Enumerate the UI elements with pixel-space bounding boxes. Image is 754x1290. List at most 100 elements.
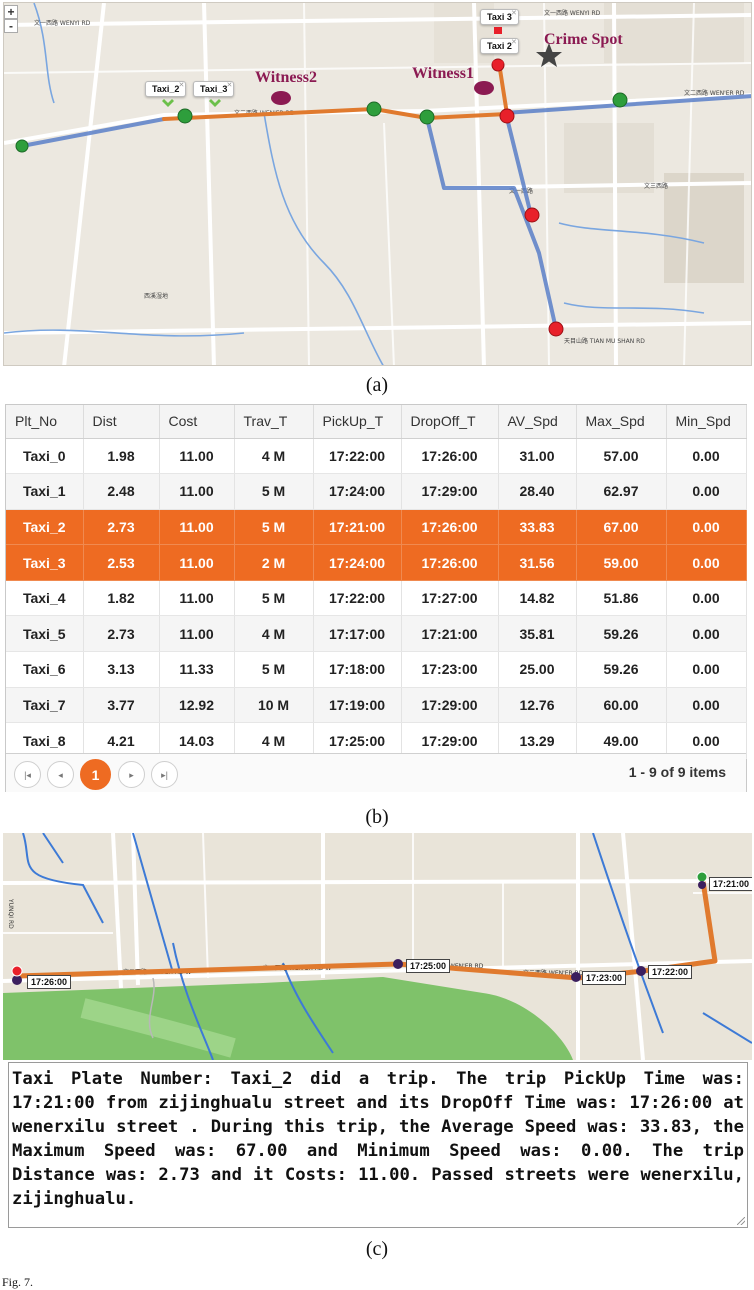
table-cell-dist: 1.98 xyxy=(83,438,160,475)
column-header[interactable]: Cost xyxy=(159,405,235,439)
table-cell-pickup-t: 17:18:00 xyxy=(313,651,402,688)
table-cell-av-spd: 35.81 xyxy=(498,615,577,653)
table-cell-max-spd: 59.00 xyxy=(576,544,667,581)
taxi-tag[interactable]: Taxi_3 ✕ xyxy=(193,81,235,97)
column-header[interactable]: Plt_No xyxy=(6,405,84,439)
crime-spot-label: Crime Spot xyxy=(544,31,623,48)
street-label: 文一西路 WENYI RD xyxy=(544,9,601,17)
table-cell-cost: 11.00 xyxy=(159,473,235,510)
route-point-green[interactable] xyxy=(419,109,435,125)
close-icon[interactable]: ✕ xyxy=(511,9,517,17)
witness1-marker[interactable] xyxy=(474,81,494,95)
table-cell-dropoff-t: 17:21:00 xyxy=(401,615,499,653)
table-row[interactable]: Taxi_3 2.53 11.00 2 M 17:24:00 17:26:00 31.56 5… xyxy=(6,544,747,581)
caption-b: (b) xyxy=(365,806,389,828)
table-cell-cost: 12.92 xyxy=(159,687,235,724)
time-tag: 17:21:00 xyxy=(709,877,752,891)
table-cell-dropoff-t: 17:26:00 xyxy=(401,438,499,475)
table-row[interactable]: Taxi_6 3.13 11.33 5 M 17:18:00 17:23:00 25.00 5… xyxy=(6,651,747,688)
column-header[interactable]: AV_Spd xyxy=(498,405,577,439)
taxi-pin-icon[interactable] xyxy=(209,99,221,107)
table-cell-min-spd: 0.00 xyxy=(666,473,747,510)
trip-route-map[interactable]: 文二西路 WEN'ER RD W 文二西路 WEN'ER RD W 文二西路 W… xyxy=(3,833,752,1060)
table-cell-pickup-t: 17:19:00 xyxy=(313,687,402,724)
table-header: Plt_No Dist Cost Trav_T PickUp_T DropOff… xyxy=(6,405,747,439)
stop-marker[interactable] xyxy=(393,959,403,969)
taxi-tag[interactable]: Taxi 2 ✕ xyxy=(480,38,519,54)
table-cell-av-spd: 31.00 xyxy=(498,438,577,475)
time-tag: 17:22:00 xyxy=(648,965,693,979)
taxi-pin-icon[interactable] xyxy=(494,27,502,34)
zoom-in-button[interactable]: + xyxy=(4,5,18,19)
close-icon[interactable]: ✕ xyxy=(178,81,184,89)
trip-description-textarea[interactable]: Taxi Plate Number: Taxi_2 did a trip. Th… xyxy=(8,1062,748,1228)
route-point-red[interactable] xyxy=(524,207,540,223)
table-cell-max-spd: 51.86 xyxy=(576,580,667,617)
stop-marker[interactable] xyxy=(636,966,646,976)
route-point-green[interactable] xyxy=(612,92,628,108)
route-point-green[interactable] xyxy=(366,101,382,117)
trip-description-text: Taxi Plate Number: Taxi_2 did a trip. Th… xyxy=(12,1069,744,1209)
crime-scene-map[interactable]: 文一西路 WENYI RD 文一西路 WENYI RD 文二西路 WEN'ER … xyxy=(3,2,752,366)
close-icon[interactable]: ✕ xyxy=(511,38,517,46)
table-row[interactable]: Taxi_4 1.82 11.00 5 M 17:22:00 17:27:00 14.82 5… xyxy=(6,580,747,617)
street-label: 文一西路 WENYI RD xyxy=(34,19,91,27)
table-cell-pickup-t: 17:24:00 xyxy=(313,544,402,581)
taxi-tag[interactable]: Taxi 3 ✕ xyxy=(480,9,519,25)
table-cell-plt-no: Taxi_7 xyxy=(6,687,84,724)
time-tag: 17:25:00 xyxy=(406,959,451,973)
table-row[interactable]: Taxi_5 2.73 11.00 4 M 17:17:00 17:21:00 35.81 5… xyxy=(6,615,747,653)
route-point-green[interactable] xyxy=(177,108,193,124)
table-cell-min-spd: 0.00 xyxy=(666,580,747,617)
stop-marker[interactable] xyxy=(571,972,581,982)
pickup-marker-icon[interactable] xyxy=(696,871,708,883)
next-page-button[interactable]: ▸ xyxy=(118,761,145,788)
table-cell-max-spd: 67.00 xyxy=(576,509,667,546)
column-header[interactable]: PickUp_T xyxy=(313,405,402,439)
table-cell-dist: 3.77 xyxy=(83,687,160,724)
table-row[interactable]: Taxi_7 3.77 12.92 10 M 17:19:00 17:29:00 12.76… xyxy=(6,687,747,724)
table-cell-dist: 3.13 xyxy=(83,651,160,688)
table-cell-min-spd: 0.00 xyxy=(666,651,747,688)
trip-data-grid: Plt_No Dist Cost Trav_T PickUp_T DropOff… xyxy=(5,404,747,792)
stop-marker[interactable] xyxy=(698,881,706,889)
route-point-red[interactable] xyxy=(499,108,515,124)
first-page-button[interactable]: |◂ xyxy=(14,761,41,788)
table-cell-dropoff-t: 17:29:00 xyxy=(401,473,499,510)
column-header[interactable]: DropOff_T xyxy=(401,405,499,439)
route-point-green[interactable] xyxy=(15,139,29,153)
street-label: 西溪湿地 xyxy=(144,292,168,300)
table-cell-pickup-t: 17:24:00 xyxy=(313,473,402,510)
table-row[interactable]: Taxi_0 1.98 11.00 4 M 17:22:00 17:26:00 31.00 5… xyxy=(6,438,747,475)
table-cell-dist: 1.82 xyxy=(83,580,160,617)
table-cell-min-spd: 0.00 xyxy=(666,687,747,724)
column-header[interactable]: Max_Spd xyxy=(576,405,667,439)
route-point-red[interactable] xyxy=(548,321,564,337)
prev-page-button[interactable]: ◂ xyxy=(47,761,74,788)
taxi-pin-icon[interactable] xyxy=(162,99,174,107)
witness2-marker[interactable] xyxy=(271,91,291,105)
close-icon[interactable]: ✕ xyxy=(226,81,232,89)
figure-label: Fig. 7. xyxy=(2,1275,34,1289)
column-header[interactable]: Min_Spd xyxy=(666,405,747,439)
table-cell-trav-t: 5 M xyxy=(234,473,314,510)
taxi-tag-label: Taxi_2 xyxy=(152,84,180,94)
table-cell-min-spd: 0.00 xyxy=(666,615,747,653)
table-cell-pickup-t: 17:17:00 xyxy=(313,615,402,653)
table-cell-max-spd: 62.97 xyxy=(576,473,667,510)
zoom-out-button[interactable]: - xyxy=(4,19,18,33)
street-label: YUNQI RD xyxy=(7,898,14,929)
column-header[interactable]: Trav_T xyxy=(234,405,314,439)
table-row[interactable]: Taxi_2 2.73 11.00 5 M 17:21:00 17:26:00 33.83 6… xyxy=(6,509,747,546)
dropoff-marker-icon[interactable] xyxy=(11,965,23,977)
table-cell-plt-no: Taxi_6 xyxy=(6,651,84,688)
column-header[interactable]: Dist xyxy=(83,405,160,439)
table-row[interactable]: Taxi_1 2.48 11.00 5 M 17:24:00 17:29:00 28.40 6… xyxy=(6,473,747,510)
resize-handle-icon[interactable] xyxy=(737,1217,745,1225)
current-page-button[interactable]: 1 xyxy=(80,759,111,790)
table-cell-plt-no: Taxi_3 xyxy=(6,544,84,581)
taxi-tag-label: Taxi 2 xyxy=(487,41,512,51)
last-page-button[interactable]: ▸| xyxy=(151,761,178,788)
taxi-tag[interactable]: Taxi_2 ✕ xyxy=(145,81,187,97)
table-cell-trav-t: 5 M xyxy=(234,580,314,617)
